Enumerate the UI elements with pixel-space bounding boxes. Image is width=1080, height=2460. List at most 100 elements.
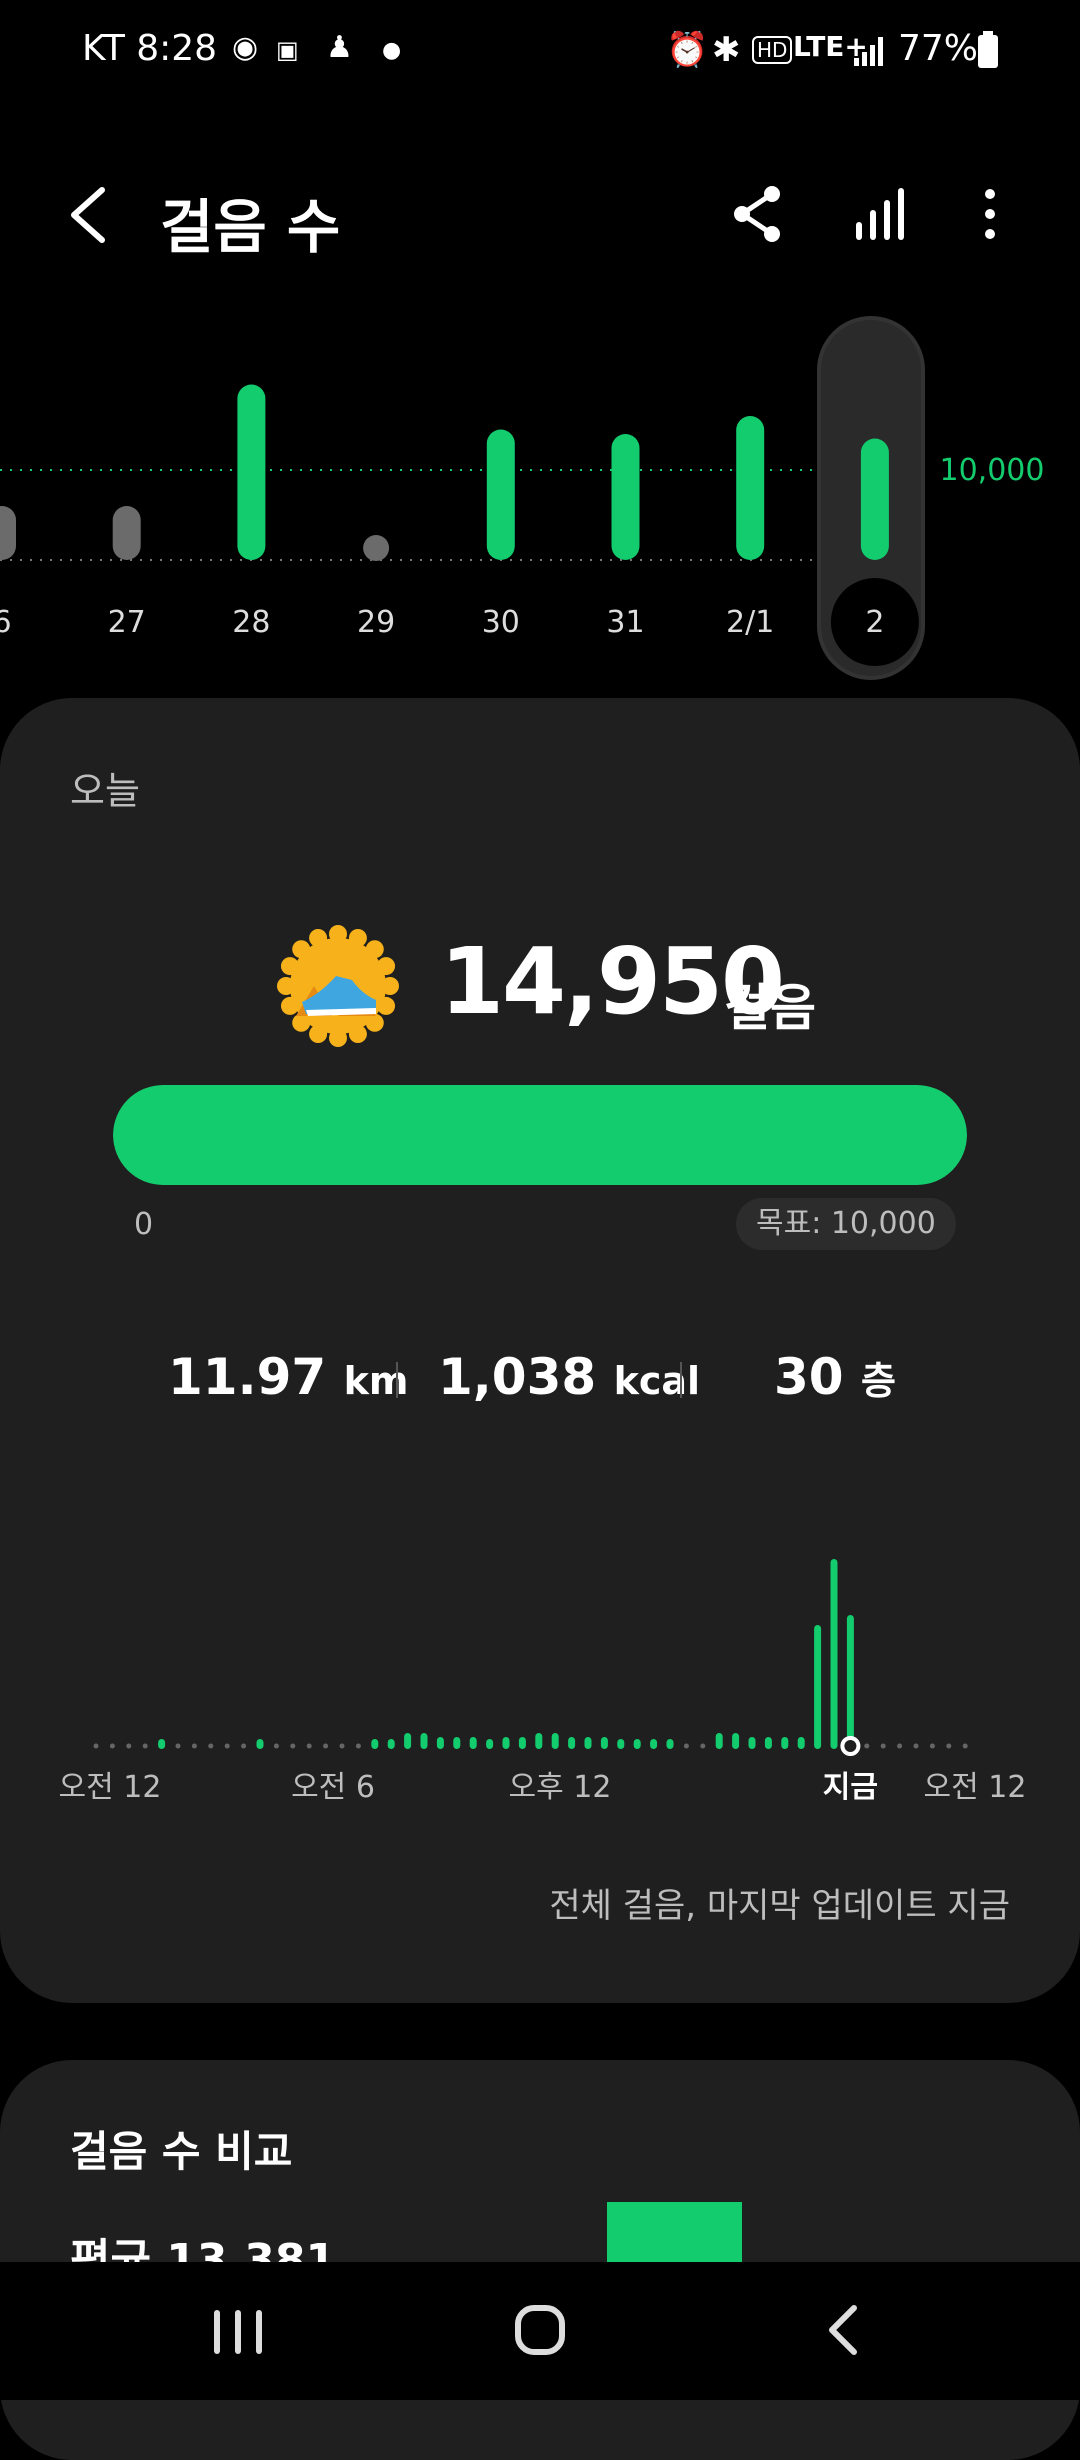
step-goal-badge-icon: [277, 925, 399, 1047]
hour-dot: [864, 1743, 870, 1749]
metric-divider: [680, 1362, 682, 1398]
progress-min-label: 0: [134, 1207, 154, 1242]
hour-bar: [846, 1615, 854, 1749]
signal-icon: [854, 37, 883, 66]
hour-dot: [913, 1743, 919, 1749]
goal-label[interactable]: 목표: 10,000: [736, 1198, 956, 1250]
last-updated-text: 전체 걸음, 마지막 업데이트 지금: [549, 1886, 1010, 1926]
steps-progress-bar: [113, 1085, 967, 1185]
hour-dot: [224, 1743, 230, 1749]
hour-dot: [897, 1743, 903, 1749]
week-day-label[interactable]: 29: [357, 605, 395, 640]
more-vert-icon[interactable]: [978, 186, 1002, 242]
hour-bar: [650, 1739, 658, 1749]
person-icon: ♟: [326, 30, 353, 65]
week-day-label[interactable]: 6: [0, 605, 12, 640]
week-day-label[interactable]: 28: [232, 605, 270, 640]
hour-bar: [633, 1739, 641, 1749]
home-icon[interactable]: [460, 2290, 620, 2370]
week-bar[interactable]: [860, 438, 889, 561]
hour-bar: [814, 1625, 822, 1749]
hour-axis-label: 오전 12: [924, 1770, 1027, 1805]
week-day-label[interactable]: 2/1: [726, 605, 774, 640]
hour-bar: [617, 1739, 625, 1749]
hour-bar: [404, 1733, 412, 1749]
week-bar[interactable]: [611, 434, 640, 560]
status-bar: KT 8:28 ◉ ▣ ♟ ● ⏰ ✱ HD LTE+ 77%: [0, 0, 1080, 100]
hour-bar: [518, 1737, 526, 1749]
hour-bar: [420, 1733, 428, 1749]
goal-label: 10,000: [940, 453, 1045, 488]
carrier-time: KT 8:28: [82, 28, 218, 69]
week-day-label[interactable]: 27: [108, 605, 146, 640]
recents-icon[interactable]: [158, 2290, 318, 2370]
hour-bar: [748, 1737, 756, 1749]
hour-axis-label: 지금: [823, 1770, 878, 1805]
app-notification-icon: ◉: [232, 30, 259, 65]
back-arrow-icon[interactable]: [60, 180, 120, 250]
hour-dot: [355, 1743, 361, 1749]
page-title: 걸음 수: [160, 193, 341, 261]
dot-icon: ●: [382, 38, 402, 63]
hour-bar: [502, 1737, 510, 1749]
battery-icon: [978, 31, 998, 68]
week-bar[interactable]: [736, 416, 765, 560]
hourly-steps-chart[interactable]: 오전 12 오전 6 오후 12 지금 오전 12: [0, 1530, 1080, 1830]
today-label: 오늘: [70, 769, 140, 813]
hour-dot: [191, 1743, 197, 1749]
weekly-steps-chart[interactable]: 10,000 6 27 28 29 30 31 2/1 2: [0, 300, 1080, 700]
week-day-label[interactable]: 2: [865, 605, 884, 640]
hour-bar: [256, 1739, 264, 1749]
week-day-label[interactable]: 31: [606, 605, 644, 640]
hour-dot: [339, 1743, 345, 1749]
hour-axis-label: 오후 12: [509, 1770, 612, 1805]
hour-dot: [208, 1743, 214, 1749]
hour-bar: [732, 1733, 740, 1749]
share-icon[interactable]: [730, 184, 786, 244]
calories-unit: kcal: [613, 1359, 701, 1403]
hour-bar: [797, 1737, 805, 1749]
metric-divider: [396, 1362, 398, 1398]
distance-value: 11.97: [168, 1348, 327, 1406]
steps-progress-fill: [113, 1085, 967, 1185]
hour-bar: [551, 1733, 559, 1749]
now-marker: [840, 1736, 861, 1756]
week-bar[interactable]: [363, 535, 390, 561]
week-bar[interactable]: [237, 384, 266, 561]
bluetooth-icon: ✱: [712, 30, 741, 70]
week-bar[interactable]: [0, 506, 16, 560]
hour-dot: [323, 1743, 329, 1749]
hour-bar: [568, 1737, 576, 1749]
bar-chart-icon[interactable]: [852, 186, 908, 242]
week-bar[interactable]: [112, 506, 141, 560]
compare-bar: [607, 2202, 742, 2268]
hour-bar: [387, 1739, 395, 1749]
hour-dot: [306, 1743, 312, 1749]
hour-bar: [469, 1737, 477, 1749]
hour-bar: [764, 1737, 772, 1749]
hour-dot: [175, 1743, 181, 1749]
week-bar[interactable]: [486, 429, 515, 561]
hour-bar: [600, 1737, 608, 1749]
hour-axis-label: 오전 6: [291, 1770, 375, 1805]
calories-metric: 1,038 kcal: [438, 1348, 700, 1406]
floors-value: 30: [774, 1348, 844, 1406]
floors-unit: 층: [861, 1359, 896, 1403]
hour-bar: [436, 1737, 444, 1749]
hour-axis-label: 오전 12: [59, 1770, 162, 1805]
hour-bar: [830, 1559, 838, 1749]
floors-metric: 30 층: [774, 1348, 896, 1406]
hour-bar: [666, 1739, 674, 1749]
hour-dot: [241, 1743, 247, 1749]
hour-dot: [109, 1743, 115, 1749]
hour-bar: [453, 1737, 461, 1749]
hour-dot: [273, 1743, 279, 1749]
back-nav-icon[interactable]: [762, 2290, 922, 2370]
hour-bar: [584, 1737, 592, 1749]
hour-bar: [158, 1739, 166, 1749]
hour-dot: [683, 1743, 689, 1749]
week-day-label[interactable]: 30: [482, 605, 520, 640]
hour-dot: [126, 1743, 132, 1749]
distance-metric: 11.97 km: [168, 1348, 408, 1406]
battery-percent: 77%: [898, 28, 979, 69]
